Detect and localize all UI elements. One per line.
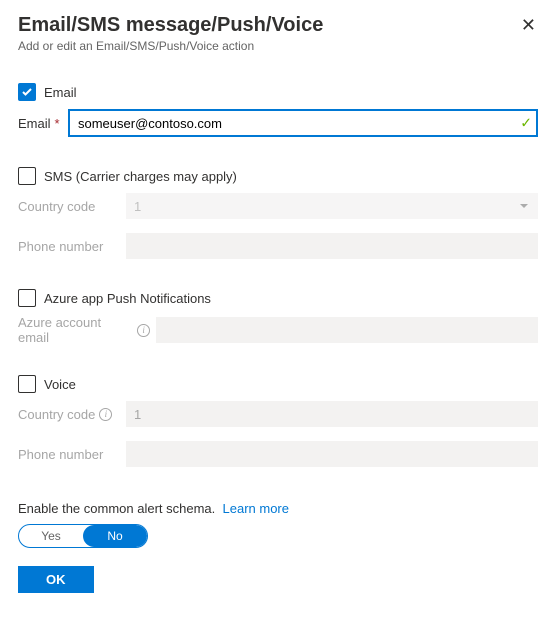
learn-more-link[interactable]: Learn more <box>223 501 289 516</box>
sms-phone-input[interactable] <box>126 233 538 259</box>
sms-checkbox-label: SMS (Carrier charges may apply) <box>44 169 237 184</box>
valid-icon: ✓ <box>520 115 532 132</box>
sms-checkbox[interactable] <box>18 167 36 185</box>
info-icon[interactable]: i <box>137 324 150 337</box>
checkmark-icon <box>21 86 33 98</box>
voice-country-code-input[interactable] <box>126 401 538 427</box>
sms-phone-label: Phone number <box>18 239 120 254</box>
close-icon: ✕ <box>521 15 536 35</box>
toggle-yes[interactable]: Yes <box>19 525 83 547</box>
sms-country-code-label: Country code <box>18 199 120 214</box>
page-title: Email/SMS message/Push/Voice <box>18 14 519 37</box>
schema-toggle[interactable]: Yes No <box>18 524 148 548</box>
voice-country-code-label: Country code <box>18 407 95 422</box>
voice-checkbox[interactable] <box>18 375 36 393</box>
voice-checkbox-label: Voice <box>44 377 76 392</box>
voice-phone-label: Phone number <box>18 447 120 462</box>
info-icon[interactable]: i <box>99 408 112 421</box>
close-button[interactable]: ✕ <box>519 14 538 36</box>
push-account-input[interactable] <box>156 317 538 343</box>
sms-country-code-select[interactable]: 1 <box>126 193 538 219</box>
toggle-no[interactable]: No <box>83 525 147 547</box>
ok-button[interactable]: OK <box>18 566 94 593</box>
push-account-label: Azure account email <box>18 315 133 345</box>
push-checkbox[interactable] <box>18 289 36 307</box>
voice-phone-input[interactable] <box>126 441 538 467</box>
email-checkbox[interactable] <box>18 83 36 101</box>
required-indicator: * <box>55 116 60 131</box>
email-field-label: Email <box>18 116 51 131</box>
schema-text: Enable the common alert schema. <box>18 501 215 516</box>
email-checkbox-label: Email <box>44 85 77 100</box>
push-checkbox-label: Azure app Push Notifications <box>44 291 211 306</box>
page-subtitle: Add or edit an Email/SMS/Push/Voice acti… <box>18 39 538 53</box>
email-input[interactable] <box>68 109 538 137</box>
